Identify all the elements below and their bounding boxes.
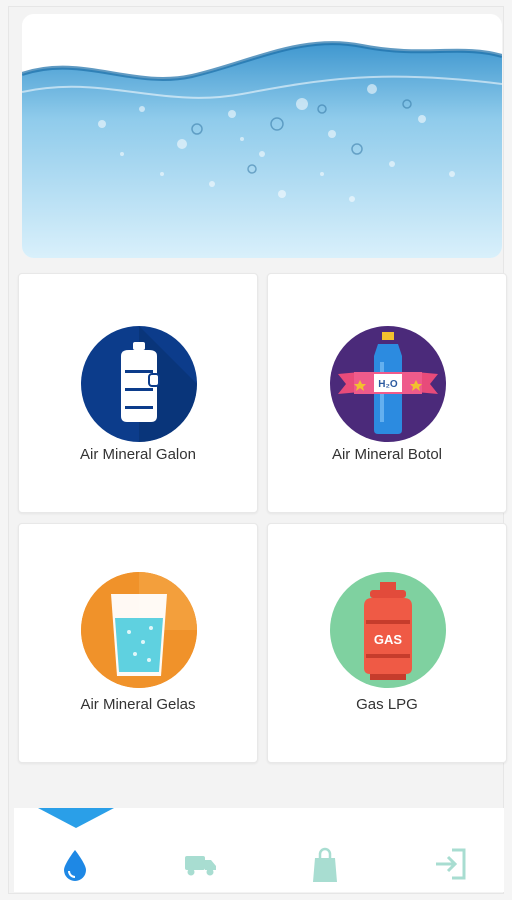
- water-drop-icon: [64, 850, 86, 881]
- active-tab-indicator: [38, 808, 114, 828]
- water-bottle-icon: H₂O: [330, 326, 446, 442]
- nav-orders[interactable]: [300, 838, 350, 888]
- product-label: Gas LPG: [356, 696, 418, 713]
- product-label: Air Mineral Galon: [80, 446, 196, 463]
- product-card-galon[interactable]: Air Mineral Galon: [18, 273, 258, 513]
- nav-water[interactable]: [50, 838, 100, 888]
- nav-delivery[interactable]: [175, 838, 225, 888]
- gas-badge-text: GAS: [374, 632, 403, 647]
- water-glass-icon: [81, 572, 197, 688]
- gas-cylinder-icon: GAS: [330, 572, 446, 688]
- water-banner-image: [22, 14, 502, 258]
- product-label: Air Mineral Botol: [331, 446, 443, 463]
- shopping-bag-icon: [313, 847, 337, 882]
- logout-icon: [436, 848, 466, 880]
- product-label: Air Mineral Gelas: [80, 696, 196, 713]
- nav-logout[interactable]: [426, 838, 476, 888]
- delivery-truck-icon: [185, 856, 216, 876]
- product-card-gelas[interactable]: Air Mineral Gelas: [18, 523, 258, 763]
- product-card-botol[interactable]: H₂O Air Mineral Botol: [267, 273, 507, 513]
- water-gallon-icon: [81, 326, 197, 442]
- bottle-badge-text: H₂O: [378, 379, 398, 390]
- product-card-gas-lpg[interactable]: GAS Gas LPG: [267, 523, 507, 763]
